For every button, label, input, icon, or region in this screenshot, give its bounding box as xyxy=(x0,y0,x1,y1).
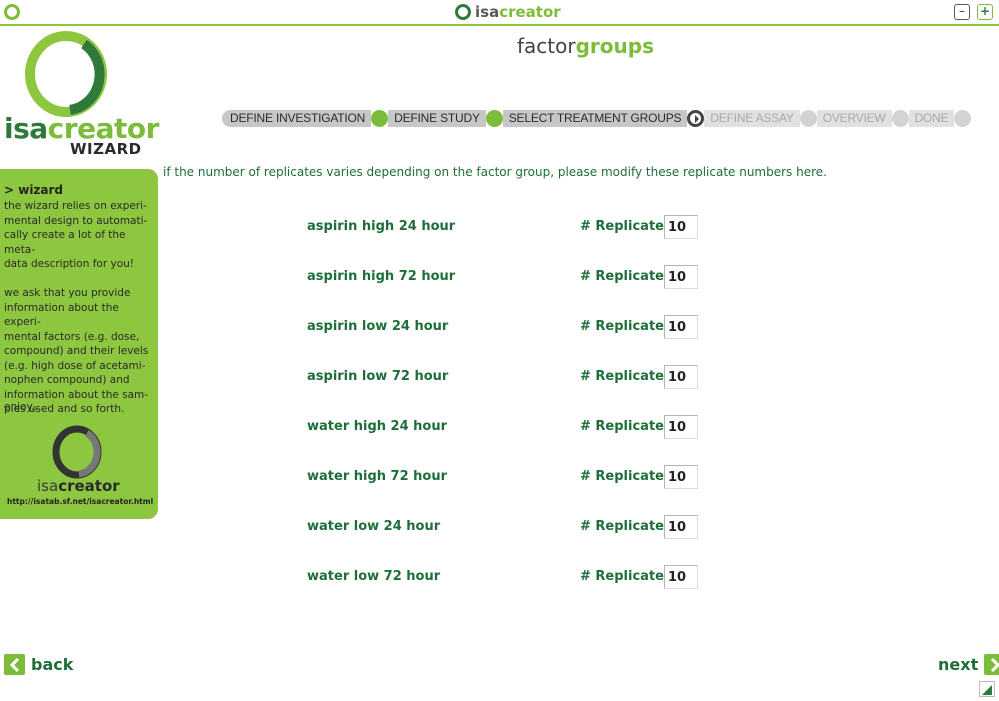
replicates-label: # Replicates xyxy=(580,369,672,384)
factor-group-row: aspirin high 72 hour # Replicates xyxy=(0,265,999,289)
factor-group-name: water low 72 hour xyxy=(307,569,441,584)
factor-group-name: aspirin high 24 hour xyxy=(307,219,456,234)
wizard-progress: DEFINE INVESTIGATION DEFINE STUDY SELECT… xyxy=(222,110,972,127)
step-define-investigation: DEFINE INVESTIGATION xyxy=(222,110,372,127)
replicates-input[interactable] xyxy=(664,265,698,289)
factor-group-name: water high 72 hour xyxy=(307,469,448,484)
step-define-assay: DEFINE ASSAY xyxy=(704,110,800,127)
step-select-treatment-groups: SELECT TREATMENT GROUPS xyxy=(502,110,688,127)
factor-group-name: aspirin high 72 hour xyxy=(307,269,456,284)
replicates-label: # Replicates xyxy=(580,319,672,334)
minimize-button[interactable]: – xyxy=(954,4,970,20)
replicates-label: # Replicates xyxy=(580,519,672,534)
replicates-label: # Replicates xyxy=(580,419,672,434)
step-define-study: DEFINE STUDY xyxy=(388,110,486,127)
sidebar-heading: > wizard xyxy=(4,183,64,197)
replicates-input[interactable] xyxy=(664,465,698,489)
replicates-input[interactable] xyxy=(664,565,698,589)
factor-group-row: aspirin high 24 hour # Replicates xyxy=(0,215,999,239)
logo-wizard-label: WIZARD xyxy=(70,140,142,158)
factor-group-row: water high 24 hour # Replicates xyxy=(0,415,999,439)
step-done: DONE xyxy=(908,110,955,127)
replicates-input[interactable] xyxy=(664,415,698,439)
replicates-input[interactable] xyxy=(664,515,698,539)
title-part-isa: isa xyxy=(475,3,500,21)
factor-group-row: water high 72 hour # Replicates xyxy=(0,465,999,489)
factor-group-row: water low 24 hour # Replicates xyxy=(0,515,999,539)
factor-group-name: water high 24 hour xyxy=(307,419,448,434)
back-button[interactable]: back xyxy=(4,654,73,675)
step-pending-icon xyxy=(891,110,909,127)
replicates-label: # Replicates xyxy=(580,219,672,234)
step-done-icon xyxy=(485,110,503,127)
title-part-creator: creator xyxy=(499,3,561,21)
replicates-input[interactable] xyxy=(664,215,698,239)
chevron-right-icon[interactable] xyxy=(984,654,999,675)
factor-group-row: water low 72 hour # Replicates xyxy=(0,565,999,589)
next-button[interactable]: next xyxy=(938,654,999,675)
maximize-button[interactable]: + xyxy=(977,4,993,20)
app-logo-icon xyxy=(4,4,20,20)
step-done-icon xyxy=(371,110,389,127)
instruction-text: if the number of replicates varies depen… xyxy=(163,165,827,179)
chevron-left-icon[interactable] xyxy=(4,654,25,675)
step-overview: OVERVIEW xyxy=(816,110,892,127)
replicates-label: # Replicates xyxy=(580,569,672,584)
sidebar-enjoy: enjoy.... xyxy=(4,401,45,413)
replicates-label: # Replicates xyxy=(580,269,672,284)
factor-group-row: aspirin low 24 hour # Replicates xyxy=(0,315,999,339)
isacreator-ring-icon xyxy=(455,4,471,20)
factor-group-name: aspirin low 72 hour xyxy=(307,369,449,384)
factor-group-name: aspirin low 24 hour xyxy=(307,319,449,334)
resize-handle-icon[interactable] xyxy=(979,681,995,697)
step-pending-icon xyxy=(954,110,972,127)
sidebar-url: http://isatab.sf.net/isacreator.html xyxy=(7,497,154,506)
step-pending-icon xyxy=(799,110,817,127)
factor-group-row: aspirin low 72 hour # Replicates xyxy=(0,365,999,389)
replicates-label: # Replicates xyxy=(580,469,672,484)
step-current-icon xyxy=(687,110,705,127)
replicates-input[interactable] xyxy=(664,315,698,339)
title-bar: isacreator – + xyxy=(0,0,999,26)
back-label[interactable]: back xyxy=(31,655,73,674)
next-label[interactable]: next xyxy=(938,655,978,674)
replicates-input[interactable] xyxy=(664,365,698,389)
window-title: isacreator xyxy=(455,2,561,22)
page-title: factorgroups xyxy=(517,34,654,58)
factor-group-name: water low 24 hour xyxy=(307,519,441,534)
isacreator-logo-icon xyxy=(24,30,108,118)
